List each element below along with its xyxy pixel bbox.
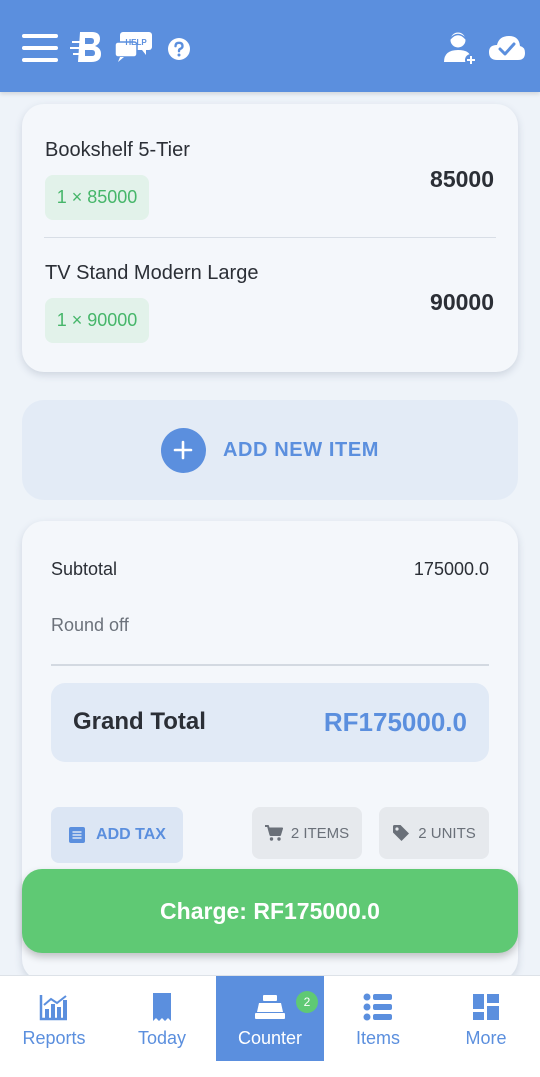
document-icon (69, 827, 86, 843)
nav-reports[interactable]: Reports (0, 976, 108, 1061)
nav-counter[interactable]: Counter 2 (216, 976, 324, 1061)
nav-label: More (465, 1028, 507, 1048)
item-qty-price[interactable]: 1 × 85000 (45, 175, 149, 220)
nav-label: Counter (237, 1028, 303, 1048)
charge-label: Charge: RF175000.0 (160, 897, 380, 924)
units-count: 2 UNITS (418, 824, 476, 842)
help-label: HELP (125, 38, 147, 47)
subtotal-value: 175000.0 (413, 559, 489, 579)
item-name: Bookshelf 5-Tier (45, 139, 190, 161)
add-tax-button[interactable]: ADD TAX (51, 807, 183, 863)
tag-icon (393, 825, 410, 841)
bottom-navigation: Reports Today Counter 2 Items More (0, 975, 540, 1077)
cash-register-icon (254, 992, 286, 1022)
add-user-icon[interactable] (442, 30, 478, 66)
app-logo-icon[interactable] (70, 28, 106, 66)
nav-label: Reports (22, 1028, 86, 1048)
list-icon (363, 992, 393, 1022)
charge-button[interactable]: Charge: RF175000.0 (22, 869, 518, 953)
add-new-item-button[interactable]: ADD NEW ITEM (22, 400, 518, 500)
grid-icon (472, 992, 500, 1022)
items-count-chip: 2 ITEMS (252, 807, 362, 859)
cart-icon (264, 825, 283, 841)
plus-icon (160, 427, 206, 473)
item-qty-price[interactable]: 1 × 90000 (45, 298, 149, 343)
cart-item[interactable]: Bookshelf 5-Tier 1 × 85000 85000 (22, 124, 518, 246)
help-icon[interactable]: HELP (114, 30, 154, 64)
grand-total-label: Grand Total (73, 708, 206, 735)
menu-icon[interactable] (22, 34, 58, 62)
item-amount: 90000 (430, 289, 494, 315)
nav-more[interactable]: More (432, 976, 540, 1061)
nav-label: Today (137, 1028, 187, 1048)
reports-chart-icon (39, 992, 69, 1022)
roundoff-label: Round off (51, 615, 129, 635)
nav-today[interactable]: Today (108, 976, 216, 1061)
subtotal-label: Subtotal (51, 559, 118, 579)
cart-items-card: Bookshelf 5-Tier 1 × 85000 85000 TV Stan… (22, 104, 518, 372)
item-name: TV Stand Modern Large (45, 262, 259, 284)
items-count: 2 ITEMS (290, 824, 350, 842)
units-count-chip: 2 UNITS (379, 807, 489, 859)
add-tax-label: ADD TAX (96, 826, 166, 843)
grand-total-box: Grand Total RF175000.0 (51, 683, 489, 762)
app-bar: HELP (0, 0, 540, 92)
nav-label: Items (355, 1028, 400, 1048)
grand-total-value: RF175000.0 (323, 707, 467, 737)
add-new-item-label: ADD NEW ITEM (222, 438, 380, 461)
nav-items[interactable]: Items (324, 976, 432, 1061)
item-amount: 85000 (430, 166, 494, 192)
cart-item[interactable]: TV Stand Modern Large 1 × 90000 90000 (22, 247, 518, 369)
cloud-sync-icon[interactable] (488, 34, 526, 62)
item-divider (44, 237, 496, 238)
receipt-icon (151, 992, 173, 1022)
summary-divider (51, 664, 489, 666)
counter-badge: 2 (296, 991, 318, 1013)
question-icon[interactable] (167, 37, 191, 61)
